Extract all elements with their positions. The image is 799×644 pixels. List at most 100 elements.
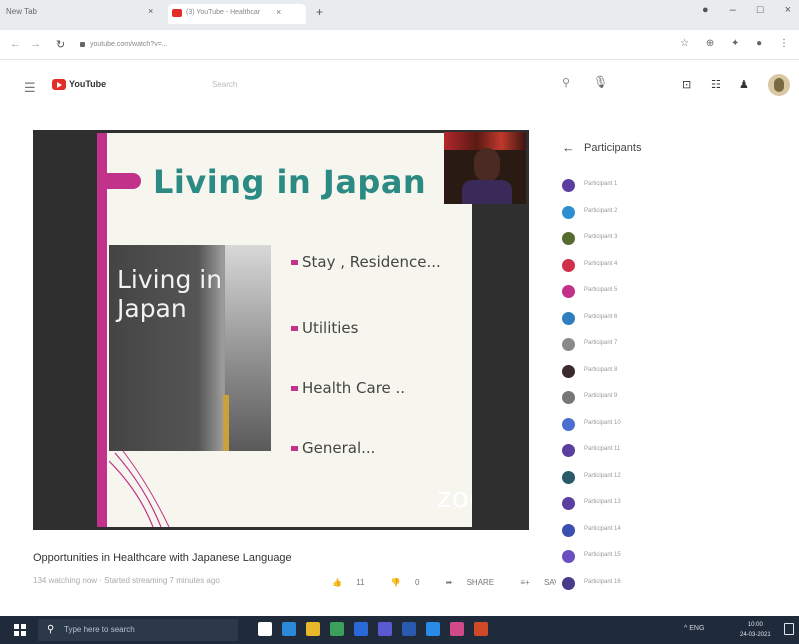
participant-row[interactable]: Participant 15 — [562, 547, 782, 565]
participant-avatar — [562, 232, 575, 245]
participant-row[interactable]: Participant 14 — [562, 521, 782, 539]
participant-name: Participant 12 — [584, 472, 621, 479]
speaker-head — [474, 148, 500, 182]
chrome-app-icon[interactable] — [330, 622, 344, 636]
extension-icons: ☆ ⊕ ✦ ● ⋮ — [666, 38, 789, 49]
create-video-icon[interactable]: ⊡ — [682, 78, 691, 91]
participant-row[interactable]: Participant 1 — [562, 176, 782, 194]
participant-name: Participant 15 — [584, 552, 621, 558]
search-icon[interactable]: ⚲ — [562, 76, 570, 89]
participant-row[interactable]: Participant 13 — [562, 494, 782, 512]
participant-row[interactable]: Participant 10 — [562, 415, 782, 433]
new-tab-plus-icon[interactable]: + — [316, 5, 323, 19]
reload-icon[interactable]: ↻ — [56, 38, 65, 51]
zoom-app-icon[interactable] — [426, 622, 440, 636]
search-input[interactable]: Search — [200, 74, 560, 96]
youtube-header: ☰ YouTube Search ⚲ 🎙 ⊡ ☷ ♟ — [0, 60, 799, 112]
powerpoint-app-icon[interactable] — [474, 622, 488, 636]
participant-avatar — [562, 258, 575, 272]
address-input[interactable]: youtube.com/watch?v=... — [80, 36, 380, 54]
extension-icon[interactable]: ⊕ — [706, 38, 714, 49]
tab-close-icon[interactable]: × — [276, 7, 281, 17]
system-tray[interactable]: ^ ENG — [684, 625, 704, 632]
like-count: 11 — [356, 578, 365, 587]
participant-avatar — [562, 417, 575, 431]
youtube-logo-text[interactable]: YouTube — [69, 79, 106, 89]
hamburger-menu-icon[interactable]: ☰ — [24, 80, 36, 96]
avatar[interactable] — [768, 74, 790, 96]
back-arrow-icon[interactable]: ← — [10, 38, 21, 50]
microphone-icon[interactable]: 🎙 — [593, 75, 608, 89]
edge-app-icon[interactable] — [282, 622, 296, 636]
star-icon[interactable]: ☆ — [680, 38, 689, 49]
tab-youtube[interactable]: (3) YouTube - Healthcar × — [168, 4, 306, 24]
participant-row[interactable]: Participant 6 — [562, 309, 782, 327]
participant-row[interactable]: Participant 5 — [562, 282, 782, 300]
apps-grid-icon[interactable]: ☷ — [711, 78, 721, 91]
teams-app-icon[interactable] — [378, 622, 392, 636]
participant-name: Participant 4 — [584, 260, 618, 267]
participant-avatar — [562, 470, 575, 484]
task-view-app-icon[interactable] — [258, 622, 272, 636]
slide-bullet: General... — [291, 439, 375, 457]
slide-decorative-lines — [109, 451, 170, 527]
participants-title: Participants — [584, 142, 642, 154]
participant-avatar — [562, 523, 575, 537]
presentation-slide: Living in Japan Living in Japan Stay , R… — [97, 133, 472, 527]
lock-icon — [80, 41, 85, 47]
outlook-app-icon[interactable] — [354, 622, 368, 636]
notification-center-icon[interactable] — [784, 623, 794, 635]
dislike-button[interactable]: 👎 0 — [391, 578, 432, 587]
participant-avatar — [562, 338, 575, 351]
thumbs-down-icon: 👎 — [390, 578, 401, 587]
youtube-logo-icon[interactable] — [52, 79, 66, 90]
notifications-bell-icon[interactable]: ♟ — [739, 78, 749, 91]
video-player[interactable]: Living in Japan Living in Japan Stay , R… — [33, 130, 529, 530]
participant-row[interactable]: Participant 11 — [562, 441, 782, 459]
participant-row[interactable]: Participant 8 — [562, 362, 782, 380]
participant-row[interactable]: Participant 16 — [562, 574, 782, 592]
participant-avatar — [562, 285, 575, 298]
participant-row[interactable]: Participant 3 — [562, 229, 782, 247]
windows-start-icon[interactable] — [14, 624, 26, 636]
tab-new-tab[interactable]: New Tab — [6, 7, 37, 16]
taskbar-search-input[interactable]: Type here to search — [38, 619, 238, 641]
video-meta: 134 watching now · Started streaming 7 m… — [33, 576, 220, 585]
participants-panel: ← Participants Participant 1 Participant … — [556, 130, 792, 606]
participant-name: Participant 2 — [584, 207, 618, 214]
share-button[interactable]: ➦ SHARE — [446, 578, 507, 587]
puzzle-icon[interactable]: ✦ — [731, 38, 739, 49]
photo-caption: Living in Japan — [117, 265, 223, 323]
profile-circle-icon[interactable]: ● — [702, 4, 709, 16]
window-close-icon[interactable]: × — [785, 4, 791, 16]
slide-bullet: Health Care .. — [291, 379, 405, 397]
browser-tabstrip: New Tab × (3) YouTube - Healthcar × + ● … — [0, 0, 799, 30]
word-app-icon[interactable] — [402, 622, 416, 636]
taskbar-clock[interactable]: 10:00 24-03-2021 — [740, 620, 771, 640]
like-button[interactable]: 👍 11 — [332, 578, 377, 587]
participant-row[interactable]: Participant 12 — [562, 468, 782, 486]
store-app-icon[interactable] — [450, 622, 464, 636]
participant-row[interactable]: Participant 4 — [562, 256, 782, 274]
participant-row[interactable]: Participant 2 — [562, 203, 782, 221]
participant-row[interactable]: Participant 9 — [562, 388, 782, 406]
forward-arrow-icon[interactable]: → — [30, 38, 41, 50]
tab-close-icon[interactable]: × — [148, 6, 156, 16]
participant-row[interactable]: Participant 7 — [562, 335, 782, 353]
back-arrow-icon[interactable]: ← — [562, 140, 575, 155]
maximize-icon[interactable]: □ — [757, 4, 764, 16]
youtube-favicon-icon — [172, 9, 182, 17]
profile-icon[interactable]: ● — [756, 38, 762, 49]
dislike-count: 0 — [414, 578, 420, 587]
thumbs-up-icon: 👍 — [332, 578, 342, 587]
photo-light-area — [225, 245, 271, 451]
minimize-icon[interactable]: – — [730, 4, 736, 16]
file-explorer-app-icon[interactable] — [306, 622, 320, 636]
share-label: SHARE — [466, 578, 495, 587]
slide-bullet: Utilities — [291, 319, 358, 337]
menu-dots-icon[interactable]: ⋮ — [779, 38, 789, 49]
subway-photo: Living in Japan — [109, 245, 271, 451]
participant-avatar — [562, 205, 575, 219]
participant-avatar — [562, 179, 575, 192]
save-icon: ≡+ — [520, 578, 530, 587]
